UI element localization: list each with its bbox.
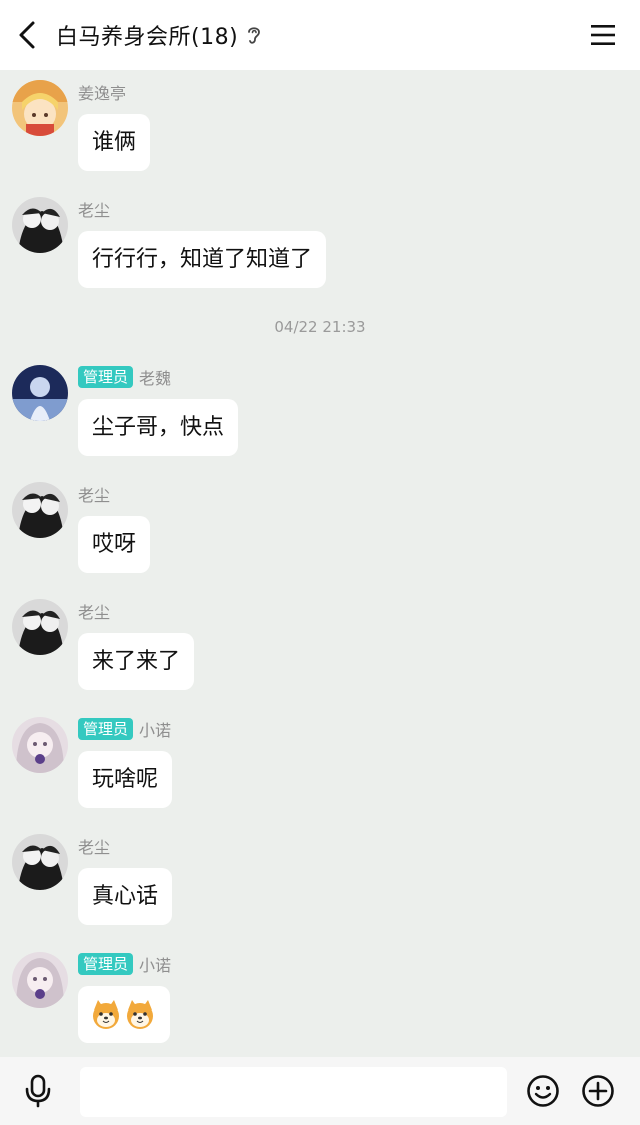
input-bar — [0, 1057, 640, 1125]
admin-badge: 管理员 — [78, 953, 134, 975]
back-button[interactable] — [12, 18, 42, 52]
avatar[interactable] — [12, 952, 68, 1008]
message-meta: 管理员 小诺 — [78, 717, 171, 741]
message-bubble[interactable]: 玩啥呢 — [78, 751, 173, 808]
message-meta: 老尘 — [78, 197, 110, 221]
message-bubble[interactable]: 来了来了 — [78, 633, 195, 690]
emoji-sticker-bubble[interactable] — [78, 986, 170, 1043]
sender-name: 老尘 — [78, 838, 111, 857]
voice-button[interactable] — [20, 1073, 56, 1109]
avatar[interactable] — [12, 365, 68, 421]
message-meta: 姜逸亭 — [78, 80, 126, 104]
message-meta: 管理员 小诺 — [78, 952, 171, 976]
menu-button[interactable] — [588, 20, 618, 50]
shiba-dog-emoji-icon — [127, 1000, 153, 1029]
shiba-dog-emoji-icon — [93, 1000, 119, 1029]
title-group: 白马养身会所(18) — [56, 0, 262, 70]
sender-name: 小诺 — [139, 721, 172, 740]
timestamp: 04/22 21:33 — [274, 318, 366, 336]
avatar[interactable] — [12, 599, 68, 655]
message-bubble[interactable]: 哎呀 — [78, 516, 151, 573]
chat-header: 白马养身会所(18) — [0, 0, 640, 70]
avatar[interactable] — [12, 482, 68, 538]
message-input[interactable] — [80, 1067, 507, 1117]
smiley-icon — [527, 1075, 559, 1107]
sender-name: 老尘 — [78, 201, 111, 220]
chat-title: 白马养身会所(18) — [56, 25, 239, 50]
message-bubble[interactable]: 尘子哥，快点 — [78, 399, 239, 456]
avatar[interactable] — [12, 834, 68, 890]
message-bubble[interactable]: 谁俩 — [78, 114, 151, 171]
message-meta: 老尘 — [78, 834, 110, 858]
sender-name: 老尘 — [78, 486, 111, 505]
emoji-button[interactable] — [525, 1073, 561, 1109]
sender-name: 老尘 — [78, 603, 111, 622]
message-meta: 管理员 老魏 — [78, 365, 171, 389]
sender-name: 老魏 — [139, 369, 172, 388]
microphone-icon — [25, 1074, 51, 1108]
sender-name: 姜逸亭 — [78, 84, 127, 103]
message-meta: 老尘 — [78, 482, 110, 506]
avatar[interactable] — [12, 80, 68, 136]
message-bubble[interactable]: 行行行，知道了知道了 — [78, 231, 327, 288]
hamburger-menu-icon — [591, 25, 615, 45]
more-button[interactable] — [580, 1073, 616, 1109]
chat-area[interactable]: 姜逸亭 谁俩 老尘 行行行，知道了知道了 04/22 21:33 管理员 老魏 … — [0, 70, 640, 1057]
admin-badge: 管理员 — [78, 718, 134, 740]
admin-badge: 管理员 — [78, 366, 134, 388]
plus-circle-icon — [582, 1075, 614, 1107]
chevron-left-icon — [19, 21, 35, 49]
ear-icon — [246, 24, 262, 46]
avatar[interactable] — [12, 197, 68, 253]
avatar[interactable] — [12, 717, 68, 773]
message-bubble[interactable]: 真心话 — [78, 868, 173, 925]
message-meta: 老尘 — [78, 599, 110, 623]
sender-name: 小诺 — [139, 956, 172, 975]
